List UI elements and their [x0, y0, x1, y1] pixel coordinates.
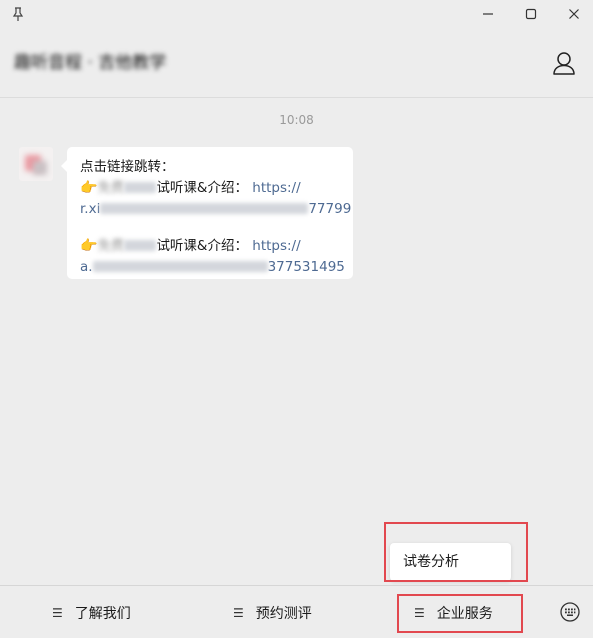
- message-item-1: 👉免费 试听课&介绍： https://: [80, 178, 341, 199]
- pin-icon-svg: [12, 7, 24, 21]
- item-1-link-b-end[interactable]: 77799: [308, 201, 351, 217]
- menu-lines-icon: ☰: [414, 605, 425, 620]
- item-2-text: 试听课&介绍：: [156, 238, 248, 254]
- menu-item-about-us[interactable]: ☰ 了解我们: [52, 586, 131, 638]
- pointing-hand-icon: 👉: [80, 180, 98, 196]
- redacted-link: [100, 203, 309, 214]
- item-1-text: 试听课&介绍：: [156, 180, 248, 196]
- bottom-menu-bar: ☰ 了解我们 ☰ 预约测评 ☰ 企业服务: [0, 585, 593, 638]
- item-1-prefix: 免费: [97, 180, 125, 196]
- person-icon[interactable]: [548, 48, 580, 80]
- title-bar: [0, 0, 593, 28]
- chat-header: 趣听音程 · 吉他教学: [0, 28, 593, 98]
- item-1-link[interactable]: r.xi 77799: [80, 199, 351, 220]
- item-2-link[interactable]: a. 377531495: [80, 257, 345, 278]
- item-2-prefix: 免费: [97, 238, 125, 254]
- keyboard-icon-svg: [560, 602, 580, 622]
- chat-title: 趣听音程 · 吉他教学: [14, 53, 167, 73]
- item-1-link-b-start[interactable]: r.xi: [80, 201, 100, 217]
- minimize-icon: [483, 13, 493, 15]
- menu-item-label: 企业服务: [436, 605, 493, 622]
- keyboard-icon[interactable]: [559, 601, 581, 623]
- menu-lines-icon: ☰: [52, 605, 63, 620]
- menu-item-label: 预约测评: [255, 605, 312, 622]
- maximize-icon: [525, 8, 537, 20]
- item-2-link-b-start[interactable]: a.: [80, 259, 93, 275]
- submenu-item-exam-analysis[interactable]: 试卷分析: [390, 543, 511, 581]
- item-1-link-start[interactable]: https://: [252, 180, 300, 196]
- item-2-link-b-end[interactable]: 377531495: [268, 259, 345, 275]
- message-timestamp: 10:08: [279, 113, 314, 127]
- menu-item-booking[interactable]: ☰ 预约测评: [233, 586, 312, 638]
- message-bubble[interactable]: 点击链接跳转： 👉免费 试听课&介绍： https:// r.xi 77799 👉免…: [61, 147, 353, 279]
- message-item-2: 👉免费 试听课&介绍： https://: [80, 236, 341, 257]
- maximize-button[interactable]: [511, 0, 551, 28]
- avatar[interactable]: [19, 147, 53, 181]
- redacted-text: [124, 182, 157, 193]
- message-intro: 点击链接跳转：: [80, 159, 175, 175]
- minimize-button[interactable]: [468, 0, 508, 28]
- close-icon: [569, 9, 579, 19]
- menu-item-enterprise-services[interactable]: ☰ 企业服务: [414, 586, 493, 638]
- item-2-link-start[interactable]: https://: [252, 238, 300, 254]
- redacted-text: [124, 240, 157, 251]
- menu-lines-icon: ☰: [233, 605, 244, 620]
- pin-icon[interactable]: [10, 6, 26, 22]
- person-icon-svg: [553, 52, 575, 75]
- redacted-link: [92, 261, 268, 272]
- chat-area[interactable]: 10:08 点击链接跳转： 👉免费 试听课&介绍： https:// r.xi 77…: [0, 99, 593, 584]
- close-button[interactable]: [554, 0, 593, 28]
- menu-item-label: 了解我们: [74, 605, 131, 622]
- pointing-hand-icon: 👉: [80, 238, 98, 254]
